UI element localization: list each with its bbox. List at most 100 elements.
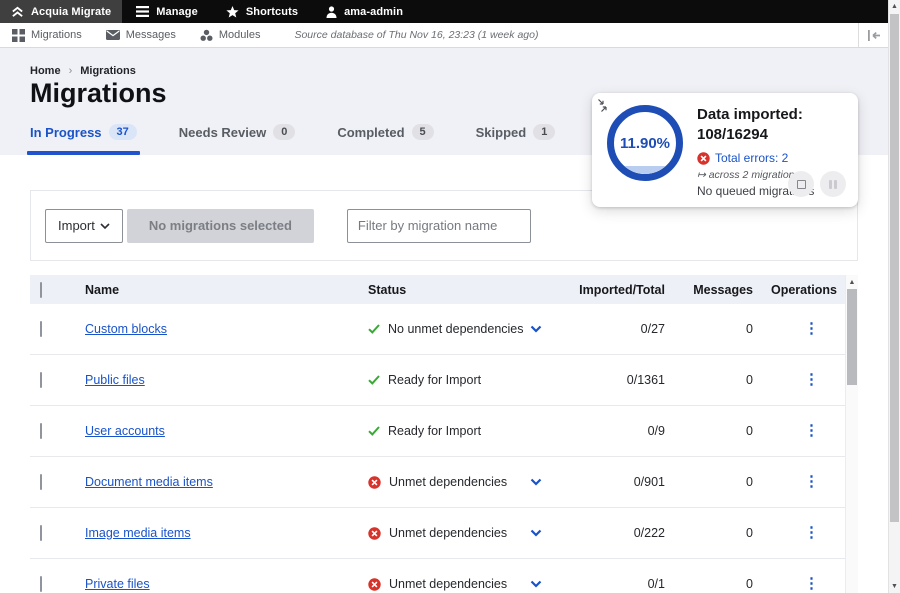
window-scrollbar[interactable]: ▲ ▼ xyxy=(888,0,900,593)
scroll-down-arrow[interactable]: ▼ xyxy=(889,583,900,590)
row-checkbox[interactable] xyxy=(40,372,42,388)
status-text: Unmet dependencies xyxy=(389,577,507,591)
migration-name-link[interactable]: Custom blocks xyxy=(85,322,167,336)
expand-row-chevron[interactable] xyxy=(530,325,542,333)
status-check-icon xyxy=(368,375,380,385)
import-dropdown-button[interactable]: Import xyxy=(45,209,123,243)
resize-handle-icon[interactable] xyxy=(597,98,612,118)
imported-total-value: 0/901 xyxy=(575,475,665,489)
user-menu-button[interactable]: ama-admin xyxy=(312,0,417,23)
data-imported-title: Data imported: 108/16294 xyxy=(697,105,852,145)
row-operations-kebab-icon[interactable]: ⋮ xyxy=(804,324,819,334)
table-scrollbar[interactable]: ▲ xyxy=(845,275,858,593)
imported-total-value: 0/27 xyxy=(575,322,665,336)
imported-total-value: 0/1 xyxy=(575,577,665,591)
expand-row-chevron[interactable] xyxy=(530,580,542,588)
stop-import-button[interactable] xyxy=(788,171,814,197)
migration-name-link[interactable]: User accounts xyxy=(85,424,165,438)
table-scroll-up-arrow[interactable]: ▲ xyxy=(846,279,858,286)
toolbar-item-migrations[interactable]: Migrations xyxy=(0,23,94,47)
table-scrollbar-thumb[interactable] xyxy=(847,289,857,385)
table-header-row: Name Status Imported/Total Messages Oper… xyxy=(30,275,845,304)
toolbar-collapse-button[interactable] xyxy=(858,23,888,47)
header-status: Status xyxy=(368,283,530,297)
table-row: Document media items Unmet dependencies … xyxy=(30,457,845,508)
status-text: Unmet dependencies xyxy=(389,526,507,540)
scroll-up-arrow[interactable]: ▲ xyxy=(889,3,900,10)
data-imported-count: 108/16294 xyxy=(697,126,768,143)
row-operations-kebab-icon[interactable]: ⋮ xyxy=(804,426,819,436)
total-errors-link[interactable]: Total errors: 2 xyxy=(697,151,852,165)
toolbar-messages-label: Messages xyxy=(126,29,176,41)
messages-count: 0 xyxy=(665,475,753,489)
import-progress-donut: 11.90% xyxy=(607,105,683,181)
messages-count: 0 xyxy=(665,577,753,591)
brand-home-link[interactable]: Acquia Migrate xyxy=(0,0,122,23)
migration-name-link[interactable]: Private files xyxy=(85,577,150,591)
migration-name-link[interactable]: Public files xyxy=(85,373,145,387)
migration-tabs: In Progress 37 Needs Review 0 Completed … xyxy=(30,116,675,155)
module-toolbar: Migrations Messages Modules Source datab… xyxy=(0,23,888,48)
no-migrations-selected-button: No migrations selected xyxy=(127,209,314,243)
messages-count: 0 xyxy=(665,526,753,540)
migration-name-link[interactable]: Image media items xyxy=(85,526,191,540)
breadcrumb-separator: › xyxy=(69,65,73,77)
chevron-down-icon xyxy=(100,223,110,229)
status-text: No unmet dependencies xyxy=(388,322,524,336)
window-scrollbar-thumb[interactable] xyxy=(890,14,899,522)
breadcrumb-home-link[interactable]: Home xyxy=(30,65,61,77)
row-operations-kebab-icon[interactable]: ⋮ xyxy=(804,579,819,589)
imported-total-value: 0/1361 xyxy=(575,373,665,387)
page-title: Migrations xyxy=(30,78,167,109)
stop-icon xyxy=(797,180,806,189)
status-text: Ready for Import xyxy=(388,373,481,387)
tab-count-badge: 0 xyxy=(273,124,295,140)
tab-completed[interactable]: Completed 5 xyxy=(337,116,433,155)
messages-count: 0 xyxy=(665,424,753,438)
expand-row-chevron[interactable] xyxy=(530,529,542,537)
tab-label: In Progress xyxy=(30,125,102,140)
migration-name-link[interactable]: Document media items xyxy=(85,475,213,489)
shortcuts-label: Shortcuts xyxy=(246,6,298,18)
expand-row-chevron[interactable] xyxy=(530,478,542,486)
row-checkbox[interactable] xyxy=(40,474,42,490)
status-text: Unmet dependencies xyxy=(389,475,507,489)
row-checkbox[interactable] xyxy=(40,423,42,439)
manage-menu-button[interactable]: Manage xyxy=(122,0,212,23)
row-checkbox[interactable] xyxy=(40,525,42,541)
tab-skipped[interactable]: Skipped 1 xyxy=(476,116,556,155)
row-operations-kebab-icon[interactable]: ⋮ xyxy=(804,528,819,538)
shortcuts-menu-button[interactable]: Shortcuts xyxy=(212,0,312,23)
select-all-checkbox[interactable] xyxy=(40,282,42,298)
acquia-migrate-app: Acquia Migrate Manage Shortcuts ama-admi… xyxy=(0,0,900,593)
status-error-icon xyxy=(368,527,381,540)
imported-total-value: 0/222 xyxy=(575,526,665,540)
row-operations-kebab-icon[interactable]: ⋮ xyxy=(804,375,819,385)
user-icon xyxy=(326,6,337,18)
migration-name-filter-input[interactable] xyxy=(347,209,531,243)
tab-needs-review[interactable]: Needs Review 0 xyxy=(179,116,296,155)
status-check-icon xyxy=(368,324,380,334)
table-row: Image media items Unmet dependencies 0/2… xyxy=(30,508,845,559)
tab-count-badge: 37 xyxy=(109,124,137,140)
user-label: ama-admin xyxy=(344,6,403,18)
pause-import-button[interactable] xyxy=(820,171,846,197)
row-checkbox[interactable] xyxy=(40,321,42,337)
status-error-icon xyxy=(368,476,381,489)
status-text: Ready for Import xyxy=(388,424,481,438)
hamburger-icon xyxy=(136,6,149,17)
import-percent-label: 11.90% xyxy=(614,112,676,174)
tab-in-progress[interactable]: In Progress 37 xyxy=(30,116,137,155)
toolbar-item-modules[interactable]: Modules xyxy=(188,23,273,47)
toolbar-migrations-label: Migrations xyxy=(31,29,82,41)
status-error-icon xyxy=(368,578,381,591)
tab-label: Completed xyxy=(337,125,404,140)
status-check-icon xyxy=(368,426,380,436)
pause-icon xyxy=(829,180,837,189)
row-operations-kebab-icon[interactable]: ⋮ xyxy=(804,477,819,487)
migrations-table: Name Status Imported/Total Messages Oper… xyxy=(30,275,858,593)
brand-label: Acquia Migrate xyxy=(31,6,111,18)
toolbar-item-messages[interactable]: Messages xyxy=(94,23,188,47)
row-checkbox[interactable] xyxy=(40,576,42,592)
imported-total-value: 0/9 xyxy=(575,424,665,438)
